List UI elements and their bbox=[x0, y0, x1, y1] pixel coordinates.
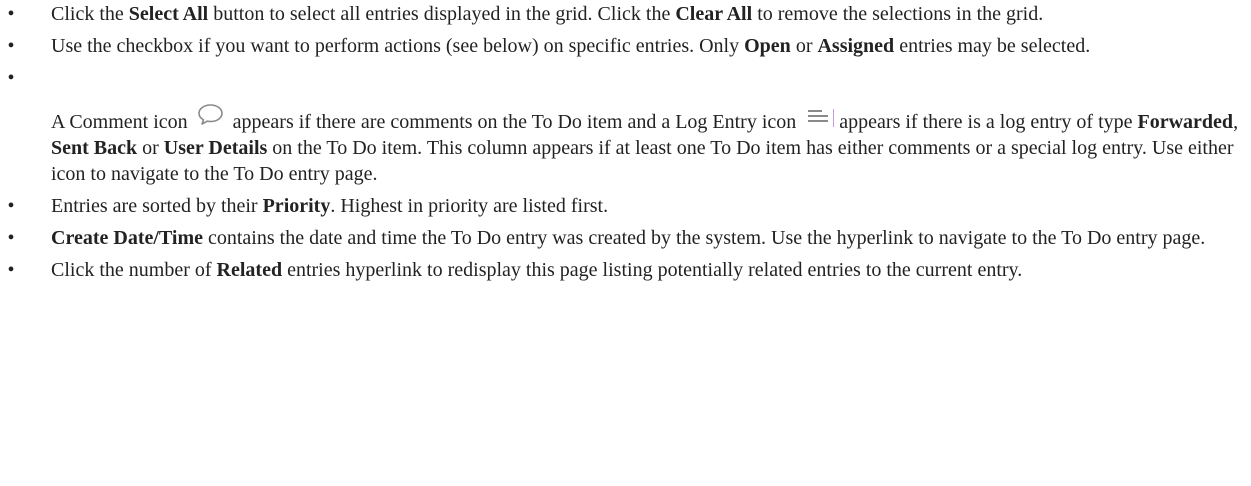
bullet-icon: • bbox=[7, 3, 15, 25]
log-entry-icon bbox=[807, 106, 829, 132]
bullet-icon: • bbox=[7, 35, 15, 57]
forwarded-term: Forwarded bbox=[1137, 111, 1234, 133]
list-item-priority: • Entries are sorted by their Priority. … bbox=[0, 193, 1251, 219]
comment-icon bbox=[197, 103, 224, 133]
text: contains the date and time the To Do ent… bbox=[202, 227, 1206, 249]
text: A Comment icon bbox=[51, 111, 188, 133]
list-item-related: • Click the number of Related entries hy… bbox=[0, 257, 1251, 283]
text: Entries are sorted by their bbox=[51, 195, 263, 217]
bullet-icon: • bbox=[7, 67, 15, 89]
text: . Highest in priority are listed first. bbox=[330, 195, 609, 217]
text: entries may be selected. bbox=[894, 35, 1091, 57]
create-date-term: Create Date/Time bbox=[51, 227, 203, 249]
text: Click the bbox=[51, 3, 129, 25]
list-item-select-all: • Click the Select All button to select … bbox=[0, 1, 1251, 27]
text: button to select all entries displayed i… bbox=[208, 3, 676, 25]
text: appears if there is a log entry of type bbox=[839, 111, 1138, 133]
bullet-icon: • bbox=[7, 259, 15, 281]
text: entries hyperlink to redisplay this page… bbox=[282, 259, 1023, 281]
text: , bbox=[1233, 111, 1239, 133]
divider-mark bbox=[833, 109, 835, 127]
clear-all-term: Clear All bbox=[675, 3, 753, 25]
text: Click the number of bbox=[51, 259, 217, 281]
list-item-checkbox: • Use the checkbox if you want to perfor… bbox=[0, 33, 1251, 59]
list-item-comment-log: • A Comment icon appears if there are com… bbox=[0, 65, 1251, 187]
open-term: Open bbox=[744, 35, 791, 57]
text: to remove the selections in the grid. bbox=[752, 3, 1044, 25]
text: or bbox=[137, 137, 164, 159]
bullet-list: • Click the Select All button to select … bbox=[0, 1, 1251, 283]
related-term: Related bbox=[216, 259, 283, 281]
priority-term: Priority bbox=[262, 195, 331, 217]
help-document: • Click the Select All button to select … bbox=[0, 0, 1251, 283]
select-all-term: Select All bbox=[128, 3, 209, 25]
text: Use the checkbox if you want to perform … bbox=[51, 35, 745, 57]
sent-back-term: Sent Back bbox=[51, 137, 138, 159]
bullet-icon: • bbox=[7, 227, 15, 249]
text: appears if there are comments on the To … bbox=[232, 111, 797, 133]
user-details-term: User Details bbox=[163, 137, 268, 159]
bullet-icon: • bbox=[7, 195, 15, 217]
list-item-create-date: • Create Date/Time contains the date and… bbox=[0, 225, 1251, 251]
text: or bbox=[790, 35, 818, 57]
assigned-term: Assigned bbox=[817, 35, 895, 57]
